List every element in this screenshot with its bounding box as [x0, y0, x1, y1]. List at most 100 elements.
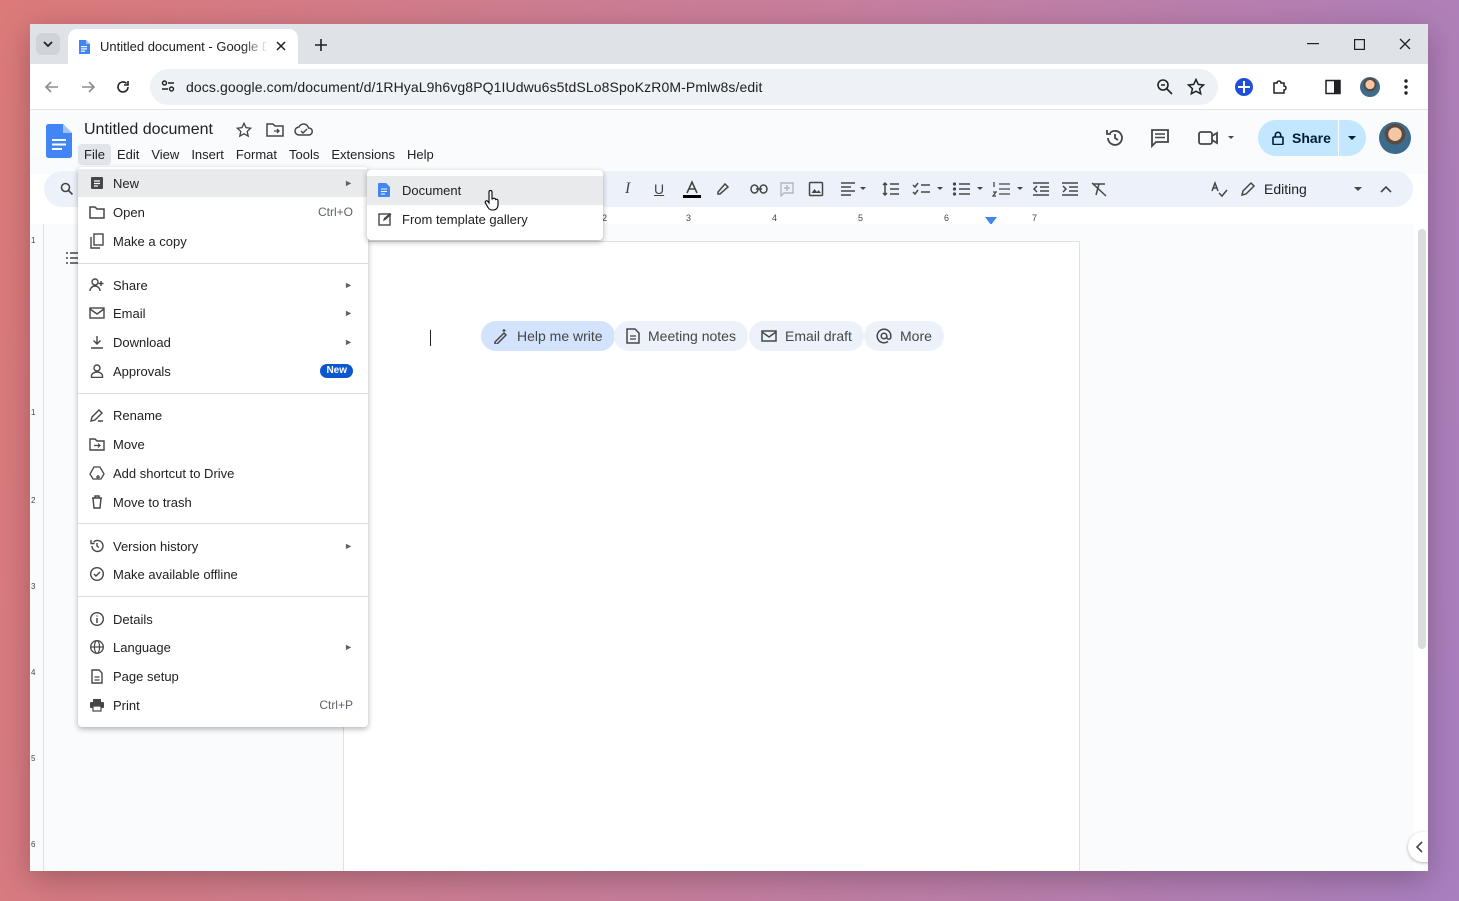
menu-item-make-copy[interactable]: Make a copy — [78, 227, 368, 255]
side-panel-icon[interactable] — [1321, 75, 1345, 99]
chip-label: Email draft — [785, 328, 852, 344]
menu-item-email[interactable]: Email ► — [78, 299, 368, 327]
menu-item-details[interactable]: Details — [78, 605, 368, 633]
insert-image-icon[interactable] — [808, 177, 824, 201]
menu-item-open[interactable]: Open Ctrl+O — [78, 198, 368, 226]
align-icon[interactable] — [840, 177, 870, 201]
mail-icon — [761, 330, 777, 342]
new-document-icon — [89, 175, 105, 191]
browser-tab[interactable]: Untitled document - Google Docs — [68, 29, 298, 64]
menu-insert[interactable]: Insert — [185, 144, 230, 165]
menu-item-new[interactable]: New ► — [78, 169, 368, 197]
comments-icon[interactable] — [1146, 124, 1174, 152]
close-window-icon[interactable] — [1390, 32, 1420, 56]
meeting-notes-chip[interactable]: Meeting notes — [614, 321, 748, 351]
profile-avatar-icon[interactable] — [1358, 75, 1382, 99]
forward-icon[interactable] — [76, 75, 100, 99]
move-folder-icon[interactable] — [266, 122, 284, 143]
browser-window: Untitled document - Google Docs docs.goo… — [30, 24, 1428, 871]
email-draft-chip[interactable]: Email draft — [749, 321, 864, 351]
insert-link-icon[interactable] — [750, 177, 768, 201]
menu-item-move[interactable]: Move — [78, 430, 368, 458]
underline-icon[interactable]: U — [654, 177, 664, 201]
file-menu: New ► Open Ctrl+O Make a copy Share ► Email… — [78, 167, 368, 727]
vertical-scrollbar[interactable] — [1418, 229, 1426, 649]
printer-icon — [89, 697, 105, 713]
numbered-list-icon[interactable] — [992, 177, 1026, 201]
meet-camera-icon[interactable] — [1196, 124, 1238, 152]
star-icon[interactable] — [235, 121, 253, 143]
vruler-tick: 1 — [31, 236, 36, 245]
site-info-icon[interactable] — [160, 78, 176, 99]
docs-header: Untitled document File Edit View Insert … — [30, 110, 1428, 174]
menu-item-share[interactable]: Share ► — [78, 271, 368, 299]
bulleted-list-icon[interactable] — [952, 177, 986, 201]
menu-item-version-history[interactable]: Version history ► — [78, 532, 368, 560]
text-color-icon[interactable] — [682, 177, 702, 201]
chip-label: Meeting notes — [648, 328, 736, 344]
tab-search-button[interactable] — [36, 33, 60, 55]
drive-shortcut-icon — [89, 465, 105, 481]
share-dropdown-icon[interactable] — [1339, 135, 1365, 141]
text-caret — [430, 330, 431, 346]
extensions-puzzle-icon[interactable] — [1268, 75, 1292, 99]
bookmark-star-icon[interactable] — [1186, 77, 1206, 101]
menu-item-print[interactable]: Print Ctrl+P — [78, 691, 368, 719]
ruler-tick: 6 — [944, 213, 950, 223]
checklist-icon[interactable] — [912, 177, 946, 201]
hide-menus-icon[interactable] — [1380, 177, 1392, 201]
menu-file[interactable]: File — [78, 144, 111, 165]
menu-edit[interactable]: Edit — [111, 144, 145, 165]
back-icon[interactable] — [40, 75, 64, 99]
menu-item-approvals[interactable]: Approvals New — [78, 357, 368, 385]
vruler-tick: 6 — [31, 840, 36, 849]
address-bar-row: docs.google.com/document/d/1RHyaL9h6vg8P… — [30, 64, 1428, 110]
decrease-indent-icon[interactable] — [1032, 177, 1050, 201]
help-me-write-chip[interactable]: Help me write — [481, 321, 615, 351]
increase-indent-icon[interactable] — [1061, 177, 1079, 201]
menu-item-download[interactable]: Download ► — [78, 328, 368, 356]
italic-icon[interactable]: I — [625, 177, 630, 201]
version-history-icon[interactable] — [1101, 124, 1129, 152]
menu-view[interactable]: View — [145, 144, 185, 165]
more-chip[interactable]: More — [864, 321, 944, 351]
menu-item-add-shortcut[interactable]: Add shortcut to Drive — [78, 459, 368, 487]
zoom-icon[interactable] — [1156, 78, 1174, 101]
minimize-icon[interactable] — [1298, 32, 1328, 56]
menu-item-rename[interactable]: Rename — [78, 401, 368, 429]
highlight-color-icon[interactable] — [714, 177, 730, 201]
menu-tools[interactable]: Tools — [283, 144, 325, 165]
menu-item-trash[interactable]: Move to trash — [78, 488, 368, 516]
spellcheck-icon[interactable] — [1210, 177, 1228, 201]
cloud-status-icon[interactable] — [294, 122, 314, 143]
menu-item-language[interactable]: Language ► — [78, 633, 368, 661]
omnibox[interactable]: docs.google.com/document/d/1RHyaL9h6vg8P… — [150, 69, 1218, 105]
menu-help[interactable]: Help — [401, 144, 440, 165]
move-icon — [89, 436, 105, 452]
extension-badge-icon[interactable] — [1232, 75, 1256, 99]
share-button[interactable]: Share — [1258, 120, 1366, 156]
clear-formatting-icon[interactable] — [1090, 177, 1108, 201]
reload-icon[interactable] — [111, 75, 135, 99]
document-page[interactable]: Help me write Meeting notes Email draft … — [343, 241, 1080, 871]
search-menus-icon[interactable] — [60, 177, 74, 201]
info-icon — [89, 611, 105, 627]
maximize-icon[interactable] — [1344, 32, 1374, 56]
line-spacing-icon[interactable] — [882, 177, 900, 201]
menu-extensions[interactable]: Extensions — [325, 144, 401, 165]
tab-title: Untitled document - Google Docs — [100, 39, 268, 54]
add-comment-icon[interactable] — [779, 177, 795, 201]
editing-mode-dropdown[interactable]: Editing — [1240, 176, 1363, 202]
menu-item-page-setup[interactable]: Page setup — [78, 662, 368, 690]
new-tab-icon[interactable] — [310, 34, 332, 56]
account-avatar[interactable] — [1379, 122, 1411, 154]
menu-format[interactable]: Format — [230, 144, 283, 165]
rename-icon — [89, 407, 105, 423]
menu-item-offline[interactable]: Make available offline — [78, 560, 368, 588]
chevron-down-icon — [43, 41, 53, 48]
document-title[interactable]: Untitled document — [84, 121, 213, 139]
close-tab-icon[interactable] — [272, 37, 290, 55]
browser-menu-icon[interactable] — [1394, 75, 1418, 99]
docs-logo-icon[interactable] — [46, 124, 72, 158]
blue-document-icon — [378, 183, 390, 200]
